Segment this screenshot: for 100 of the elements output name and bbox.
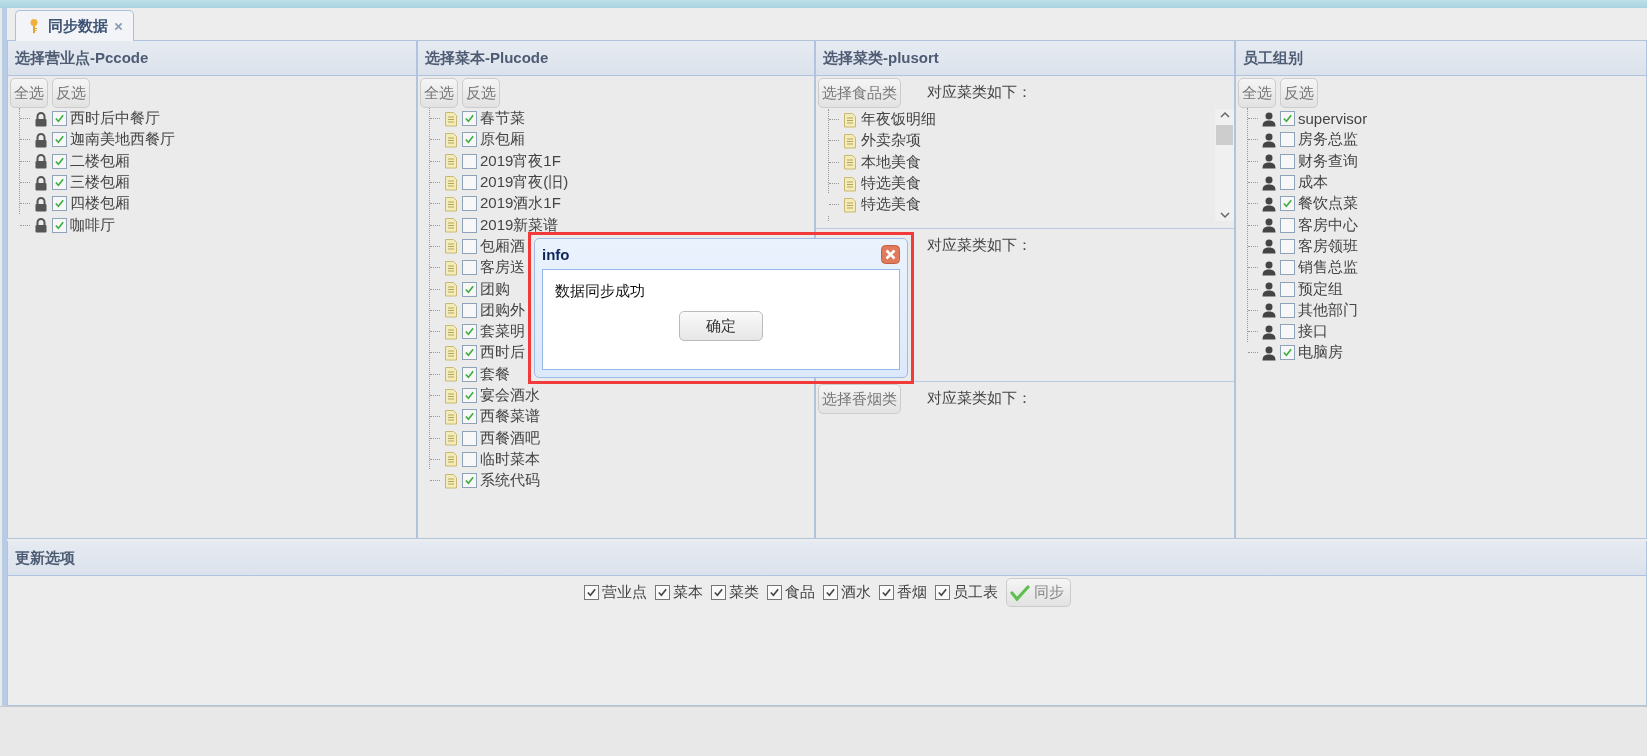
tree-item-label[interactable]: 2019宵夜(旧) — [480, 173, 569, 193]
tab[interactable]: 同步数据 — [15, 10, 134, 41]
option-label[interactable]: 员工表 — [952, 583, 998, 602]
select-button[interactable]: 反选 — [462, 78, 500, 108]
checkbox[interactable] — [1280, 302, 1295, 318]
checkbox[interactable] — [52, 153, 67, 169]
tree-item-label[interactable]: 团购外 — [480, 300, 525, 320]
checkbox[interactable] — [462, 196, 477, 212]
checkbox[interactable] — [462, 430, 477, 446]
select-button[interactable]: 全选 — [10, 78, 48, 108]
close-button[interactable] — [881, 244, 900, 264]
select-button[interactable]: 全选 — [420, 78, 458, 108]
tree-item-label[interactable]: 宴会酒水 — [480, 386, 540, 405]
checkbox[interactable] — [462, 409, 477, 425]
tree-item-label[interactable]: 原包厢 — [480, 130, 525, 150]
tree-item-label[interactable]: 四楼包厢 — [70, 194, 130, 214]
ok-button[interactable]: 确定 — [679, 311, 763, 341]
checkbox[interactable] — [462, 175, 477, 191]
checkbox[interactable] — [462, 473, 477, 489]
tree-item-label[interactable]: 西餐菜谱 — [480, 407, 540, 427]
tree-item-label[interactable]: 套菜明 — [480, 322, 525, 342]
checkbox[interactable] — [1280, 217, 1295, 233]
tree-item-label[interactable]: 其他部门 — [1298, 300, 1358, 320]
tree-item-label[interactable]: 电脑房 — [1298, 343, 1343, 363]
tree-item-label[interactable]: 二楼包厢 — [70, 151, 130, 171]
checkbox[interactable] — [822, 585, 838, 600]
category-button[interactable]: 选择食品类 — [818, 77, 901, 108]
checkbox[interactable] — [462, 111, 477, 127]
tree-item-label[interactable]: 西时后 — [480, 343, 525, 363]
tree-item-label[interactable]: 西时后中餐厅 — [70, 109, 160, 129]
tree-item-label[interactable]: 接口 — [1298, 322, 1328, 342]
checkbox[interactable] — [462, 132, 477, 148]
checkbox[interactable] — [1280, 281, 1295, 297]
checkbox[interactable] — [1280, 132, 1295, 148]
tree-item-label[interactable]: 三楼包厢 — [70, 173, 130, 193]
checkbox[interactable] — [1280, 260, 1295, 276]
tree-item-label[interactable]: 客房送 — [480, 258, 525, 278]
checkbox[interactable] — [654, 585, 670, 600]
option-label[interactable]: 营业点 — [601, 583, 647, 602]
option-label[interactable]: 菜类 — [728, 583, 759, 602]
checkbox[interactable] — [52, 111, 67, 127]
checkbox[interactable] — [1280, 238, 1295, 254]
tree-item-label[interactable]: 2019新菜谱 — [480, 215, 559, 235]
checkbox[interactable] — [934, 585, 950, 600]
tree-item-label[interactable]: 餐饮点菜 — [1298, 194, 1358, 214]
tree-item-label[interactable]: 成本 — [1298, 173, 1328, 193]
checkbox[interactable] — [1280, 324, 1295, 340]
tree-item-label[interactable]: 年夜饭明细 — [861, 110, 936, 130]
tree-item-label[interactable]: 2019酒水1F — [480, 194, 561, 214]
tree-item-label[interactable]: 房务总监 — [1298, 130, 1358, 150]
select-button[interactable]: 反选 — [1280, 78, 1318, 108]
checkbox[interactable] — [878, 585, 894, 600]
tree-item-label[interactable]: 特选美食 — [861, 174, 921, 194]
tree-item-label[interactable]: 迦南美地西餐厅 — [70, 130, 175, 150]
checkbox[interactable] — [462, 153, 477, 169]
tree-item-label[interactable]: 财务查询 — [1298, 151, 1358, 171]
tree-item-label[interactable]: 特选美食 — [861, 195, 921, 215]
scroll-thumb[interactable] — [1216, 125, 1233, 145]
tree-item-label[interactable]: 套餐 — [480, 364, 510, 384]
checkbox[interactable] — [462, 302, 477, 318]
checkbox[interactable] — [52, 196, 67, 212]
tree-item-label[interactable]: 客房中心 — [1298, 215, 1358, 235]
select-button[interactable]: 全选 — [1238, 78, 1276, 108]
tree-item-label[interactable]: 春节菜 — [480, 109, 525, 129]
option-label[interactable]: 菜本 — [672, 583, 703, 602]
tree-item-label[interactable]: 系统代码 — [480, 471, 540, 491]
tree-item-label[interactable]: 外卖杂项 — [861, 131, 921, 151]
checkbox[interactable] — [710, 585, 726, 600]
checkbox[interactable] — [1280, 196, 1295, 212]
checkbox[interactable] — [462, 388, 477, 403]
tree-item-label[interactable]: 团购 — [480, 279, 510, 299]
checkbox[interactable] — [52, 217, 67, 233]
tree-item-label[interactable]: 包厢酒 — [480, 236, 525, 256]
checkbox[interactable] — [462, 281, 477, 297]
checkbox[interactable] — [462, 217, 477, 233]
option-label[interactable]: 香烟 — [896, 583, 927, 602]
tree-item-label[interactable]: 咖啡厅 — [70, 215, 115, 235]
checkbox[interactable] — [462, 451, 477, 467]
checkbox[interactable] — [462, 345, 477, 361]
checkbox[interactable] — [766, 585, 782, 600]
option-label[interactable]: 酒水 — [840, 583, 871, 602]
checkbox[interactable] — [1280, 345, 1295, 361]
scrollbar[interactable] — [1215, 109, 1234, 221]
checkbox[interactable] — [462, 238, 477, 254]
select-button[interactable]: 反选 — [52, 78, 90, 108]
tree-item-label[interactable]: 客房领班 — [1298, 236, 1358, 256]
checkbox[interactable] — [1280, 175, 1295, 191]
checkbox[interactable] — [1280, 153, 1295, 169]
checkbox[interactable] — [462, 324, 477, 340]
tree-item-label[interactable]: 预定组 — [1298, 279, 1343, 299]
checkbox[interactable] — [52, 175, 67, 191]
tree-item-label[interactable]: 2019宵夜1F — [480, 151, 561, 171]
checkbox[interactable] — [583, 585, 599, 600]
checkbox[interactable] — [462, 260, 477, 276]
tree-item-label[interactable]: 西餐酒吧 — [480, 428, 540, 448]
checkbox[interactable] — [462, 366, 477, 382]
tree-item-label[interactable]: 本地美食 — [861, 152, 921, 172]
option-label[interactable]: 食品 — [784, 583, 815, 602]
checkbox[interactable] — [52, 132, 67, 148]
category-button[interactable]: 选择香烟类 — [818, 383, 901, 414]
